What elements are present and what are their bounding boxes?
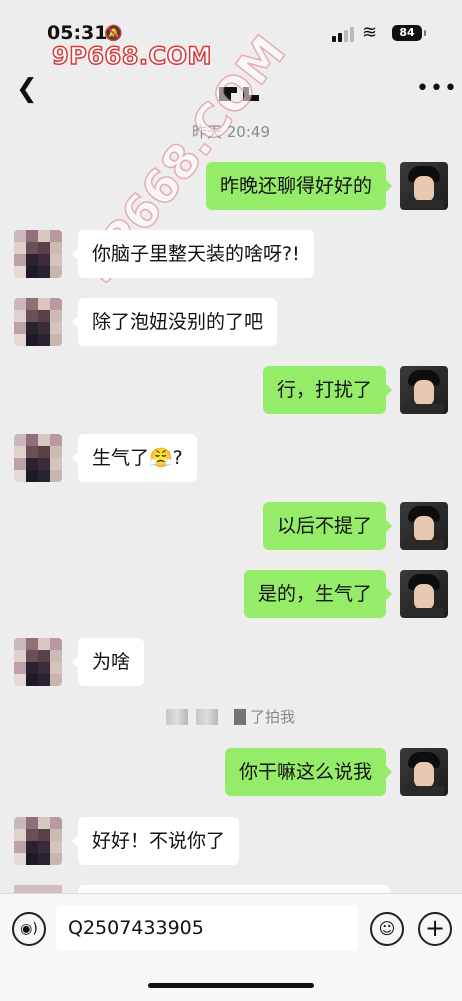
my-avatar[interactable]: [400, 748, 448, 796]
message-bubble-sent[interactable]: 你干嘛这么说我: [224, 748, 393, 796]
contact-avatar[interactable]: [14, 817, 62, 865]
contact-avatar[interactable]: [14, 434, 62, 482]
message-bubble-sent[interactable]: 是的，生气了: [243, 570, 393, 618]
blurred-name: [166, 709, 188, 725]
blurred-name: [234, 709, 246, 725]
battery-level: 84: [399, 26, 415, 39]
contact-avatar[interactable]: [14, 298, 62, 346]
plus-icon[interactable]: +: [418, 912, 452, 946]
message-bubble-received[interactable]: 好好！不说你了: [71, 817, 240, 865]
my-avatar[interactable]: [400, 162, 448, 210]
message-bubble-sent[interactable]: 行，打扰了: [262, 366, 393, 414]
voice-input-icon[interactable]: ◉): [12, 912, 46, 946]
more-dots-icon[interactable]: •••: [416, 76, 458, 101]
message-bubble-received[interactable]: 生气了😤?: [72, 434, 197, 482]
cellular-signal-icon: [332, 26, 356, 42]
my-avatar[interactable]: [400, 366, 448, 414]
bell-muted-icon: 🔕: [104, 24, 123, 42]
pat-notice-text: 了拍我: [250, 708, 296, 726]
chevron-left-icon[interactable]: ❮: [16, 74, 38, 104]
blurred-name: [196, 709, 218, 725]
my-avatar[interactable]: [400, 502, 448, 550]
message-bubble-received[interactable]: 除了泡妞没别的了吧: [71, 298, 278, 346]
message-bubble-sent[interactable]: 以后不提了: [262, 502, 393, 550]
message-bubble-received[interactable]: 你脑子里整天装的啥呀?!: [72, 230, 314, 278]
wifi-icon: ≋: [362, 22, 378, 43]
contact-avatar[interactable]: [14, 230, 62, 278]
message-bubble-sent[interactable]: 昨晚还聊得好好的: [205, 162, 393, 210]
status-time: 05:31: [47, 22, 108, 44]
battery-icon: 84: [392, 25, 426, 41]
contact-avatar[interactable]: [14, 638, 62, 686]
my-avatar[interactable]: [400, 570, 448, 618]
message-input[interactable]: [56, 905, 358, 951]
home-indicator[interactable]: [148, 983, 314, 988]
emoji-icon[interactable]: ☺: [370, 912, 404, 946]
message-bubble-received[interactable]: 为啥: [71, 638, 145, 686]
